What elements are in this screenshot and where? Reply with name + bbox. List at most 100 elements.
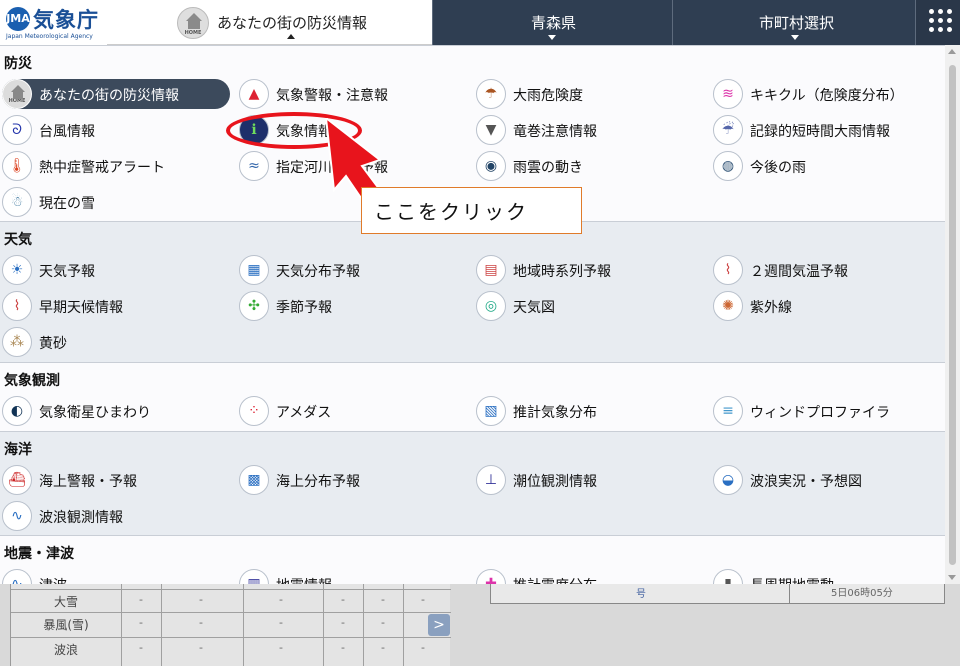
section-title: 気象観測: [4, 373, 60, 389]
tab-home-label: あなたの街の防災情報: [217, 14, 368, 32]
heatstroke-icon: 🌡: [2, 151, 32, 181]
menu-item-label: 天気予報: [39, 264, 95, 280]
scroll-down-icon[interactable]: [948, 575, 956, 580]
menu-item-forecast[interactable]: ☀ 天気予報: [2, 255, 227, 285]
menu-item-kikikuru[interactable]: ≋ キキクル（危険度分布）: [713, 79, 938, 109]
scrollbar[interactable]: [945, 45, 960, 584]
warning-table: 大雪 - - - - - - 暴風(雪) - - - - - 波浪 - - - …: [10, 584, 451, 666]
background-info-box: 号 5日06時05分: [490, 584, 945, 604]
menu-item-earthquake[interactable]: ▥ 地震情報: [239, 569, 464, 584]
menu-item-rain-cloud[interactable]: ◉ 雨雲の動き: [476, 151, 701, 181]
next-arrow-button[interactable]: >: [428, 614, 450, 636]
chevron-down-icon: [791, 35, 799, 40]
yellow-sand-icon: ⁂: [2, 327, 32, 357]
estimated-weather-icon: ▧: [476, 396, 506, 426]
section-kansoku: 気象観測 ◐ 気象衛星ひまわり ⁘ アメダス ▧ 推計気象分布 ≡ ウィンドプロファイラ: [0, 362, 945, 431]
menu-item-tide[interactable]: ⊥ 潮位観測情報: [476, 465, 701, 495]
menu-item-marine-map[interactable]: ▩ 海上分布予報: [239, 465, 464, 495]
menu-item-tsunami[interactable]: ∿ 津波: [2, 569, 227, 584]
warning-icon: ▲: [239, 79, 269, 109]
menu-item-yellow-sand[interactable]: ⁂ 黄砂: [2, 327, 227, 357]
menu-item-label: ２週間気温予報: [750, 264, 848, 280]
time-series-icon: ▤: [476, 255, 506, 285]
menu-panel: 防災 HOME あなたの街の防災情報 ▲ 気象警報・注意報 ☂ 大雨危険度 ≋ キキクル（危険…: [0, 45, 945, 584]
tsunami-icon: ∿: [2, 569, 32, 584]
section-jishin: 地震・津波 ∿ 津波 ▥ 地震情報 ✚ 推計震度分布 ▮ 長周期地震動: [0, 535, 945, 584]
menu-item-heavy-rain[interactable]: ☔ 記録的短時間大雨情報: [713, 115, 938, 145]
marine-warning-icon: ⛴: [2, 465, 32, 495]
jma-logo[interactable]: JMA 気象庁 Japan Meteorological Agency: [0, 0, 107, 45]
grid-dot: [929, 18, 934, 23]
menu-item-label: 推計震度分布: [513, 575, 597, 584]
grid-dot: [929, 27, 934, 32]
menu-item-label: 長周期地震動: [750, 575, 834, 584]
menu-item-long-period[interactable]: ▮ 長周期地震動: [713, 569, 938, 584]
menu-item-snow[interactable]: ☃ 現在の雪: [2, 187, 227, 217]
menu-item-heatstroke[interactable]: 🌡 熱中症警戒アラート: [2, 151, 227, 181]
menu-item-label: 気象衛星ひまわり: [39, 405, 151, 421]
scroll-thumb[interactable]: [949, 65, 956, 565]
logo-subtitle: Japan Meteorological Agency: [6, 33, 93, 40]
amedas-icon: ⁘: [239, 396, 269, 426]
grid-dot: [947, 18, 952, 23]
menu-item-early-weather[interactable]: ⌇ 早期天候情報: [2, 291, 227, 321]
tab-city-select[interactable]: 市町村選択: [672, 0, 915, 45]
wind-profiler-icon: ≡: [713, 396, 743, 426]
menu-item-season[interactable]: ✣ 季節予報: [239, 291, 464, 321]
menu-item-label: 大雨危険度: [513, 88, 583, 104]
menu-item-wind-profiler[interactable]: ≡ ウィンドプロファイラ: [713, 396, 938, 426]
wave-chart-icon: ◒: [713, 465, 743, 495]
early-weather-icon: ⌇: [2, 291, 32, 321]
chevron-down-icon: [548, 35, 556, 40]
menu-item-two-week-temp[interactable]: ⌇ ２週間気温予報: [713, 255, 938, 285]
table-row: 暴風(雪) - - - - -: [11, 612, 451, 634]
menu-item-wave-chart[interactable]: ◒ 波浪実況・予想図: [713, 465, 938, 495]
menu-item-satellite[interactable]: ◐ 気象衛星ひまわり: [2, 396, 227, 426]
menu-item-label: 天気分布予報: [276, 264, 360, 280]
menu-item-tornado[interactable]: ▼ 竜巻注意情報: [476, 115, 701, 145]
menu-item-home[interactable]: HOME あなたの街の防災情報: [2, 79, 230, 109]
kikikuru-icon: ≋: [713, 79, 743, 109]
menu-item-label: 波浪実況・予想図: [750, 474, 862, 490]
header-bar: JMA 気象庁 Japan Meteorological Agency HOME…: [0, 0, 960, 45]
menu-item-future-rain[interactable]: ◍ 今後の雨: [713, 151, 938, 181]
tab-prefecture-label: 青森県: [531, 14, 577, 32]
tab-city-label: 市町村選択: [759, 14, 835, 32]
menu-item-label: 推計気象分布: [513, 405, 597, 421]
tab-home-disaster-info[interactable]: HOME あなたの街の防災情報: [107, 0, 432, 45]
heavy-rain-icon: ☔: [713, 115, 743, 145]
menu-item-uv[interactable]: ✺ 紫外線: [713, 291, 938, 321]
menu-item-label: 現在の雪: [39, 196, 95, 212]
menu-item-time-series[interactable]: ▤ 地域時系列予報: [476, 255, 701, 285]
menu-item-weather-chart[interactable]: ◎ 天気図: [476, 291, 701, 321]
grid-dot: [947, 27, 952, 32]
menu-item-typhoon[interactable]: ᘐ 台風情報: [2, 115, 227, 145]
jma-logo-icon: JMA: [6, 7, 30, 31]
tornado-icon: ▼: [476, 115, 506, 145]
menu-item-estimated-weather[interactable]: ▧ 推計気象分布: [476, 396, 701, 426]
table-row: 大雪 - - - - - -: [11, 589, 451, 611]
menu-item-label: 海上分布予報: [276, 474, 360, 490]
logo-text: 気象庁: [33, 8, 99, 32]
menu-item-wave-observation[interactable]: ∿ 波浪観測情報: [2, 501, 227, 531]
menu-item-intensity[interactable]: ✚ 推計震度分布: [476, 569, 701, 584]
snow-icon: ☃: [2, 187, 32, 217]
menu-item-label: アメダス: [276, 405, 332, 421]
menu-item-rain-risk[interactable]: ☂ 大雨危険度: [476, 79, 701, 109]
menu-item-weather-map[interactable]: ▦ 天気分布予報: [239, 255, 464, 285]
menu-item-marine-warning[interactable]: ⛴ 海上警報・予報: [2, 465, 227, 495]
menu-item-label: 地震情報: [276, 575, 332, 584]
menu-item-warning[interactable]: ▲ 気象警報・注意報: [239, 79, 464, 109]
tab-prefecture[interactable]: 青森県: [432, 0, 672, 45]
menu-item-amedas[interactable]: ⁘ アメダス: [239, 396, 464, 426]
satellite-icon: ◐: [2, 396, 32, 426]
scroll-up-icon[interactable]: [948, 49, 956, 54]
table-row: 波浪 - - - - - -: [11, 637, 451, 659]
wave-observation-icon: ∿: [2, 501, 32, 531]
grid-menu-icon[interactable]: [915, 0, 960, 45]
uv-icon: ✺: [713, 291, 743, 321]
menu-item-label: 竜巻注意情報: [513, 124, 597, 140]
menu-item-label: 熱中症警戒アラート: [39, 160, 165, 176]
grid-dot: [938, 18, 943, 23]
river-flood-icon: ≈: [239, 151, 269, 181]
